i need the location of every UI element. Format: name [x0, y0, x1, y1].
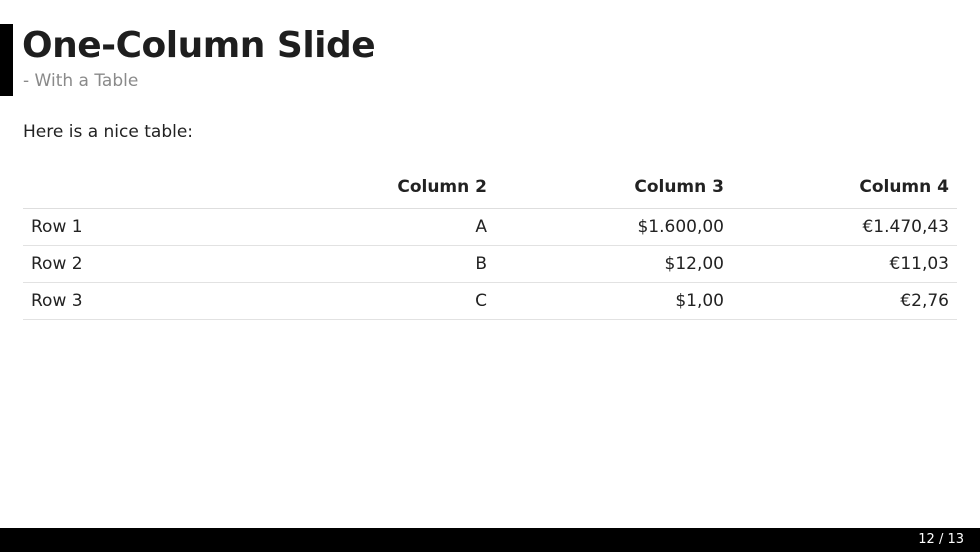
- table-header-row: Column 2 Column 3 Column 4: [23, 166, 957, 209]
- table-row: Row 3 C $1,00 €2,76: [23, 282, 957, 320]
- row-label-cell: Row 3: [23, 282, 259, 320]
- table-cell: €1.470,43: [732, 208, 957, 246]
- table-cell: B: [259, 245, 495, 283]
- slide-title: One-Column Slide: [22, 25, 376, 66]
- page-counter: 12 / 13: [918, 532, 964, 547]
- table-cell: €2,76: [732, 282, 957, 320]
- table-row: Row 1 A $1.600,00 €1.470,43: [23, 208, 957, 246]
- row-label-cell: Row 2: [23, 245, 259, 283]
- intro-text: Here is a nice table:: [23, 122, 194, 142]
- slide-subtitle: - With a Table: [23, 71, 139, 91]
- table-row: Row 2 B $12,00 €11,03: [23, 245, 957, 283]
- table-cell: A: [259, 208, 495, 246]
- data-table: Column 2 Column 3 Column 4 Row 1 A $1.60…: [23, 166, 957, 320]
- title-accent-bar: [0, 24, 13, 96]
- column-header-3: Column 3: [495, 166, 732, 209]
- column-header-1: [23, 166, 259, 209]
- table-cell: C: [259, 282, 495, 320]
- table-cell: $1.600,00: [495, 208, 732, 246]
- table-cell: $12,00: [495, 245, 732, 283]
- table-cell: €11,03: [732, 245, 957, 283]
- row-label-cell: Row 1: [23, 208, 259, 246]
- table-cell: $1,00: [495, 282, 732, 320]
- column-header-4: Column 4: [732, 166, 957, 209]
- column-header-2: Column 2: [259, 166, 495, 209]
- footer-bar: 12 / 13: [0, 528, 980, 552]
